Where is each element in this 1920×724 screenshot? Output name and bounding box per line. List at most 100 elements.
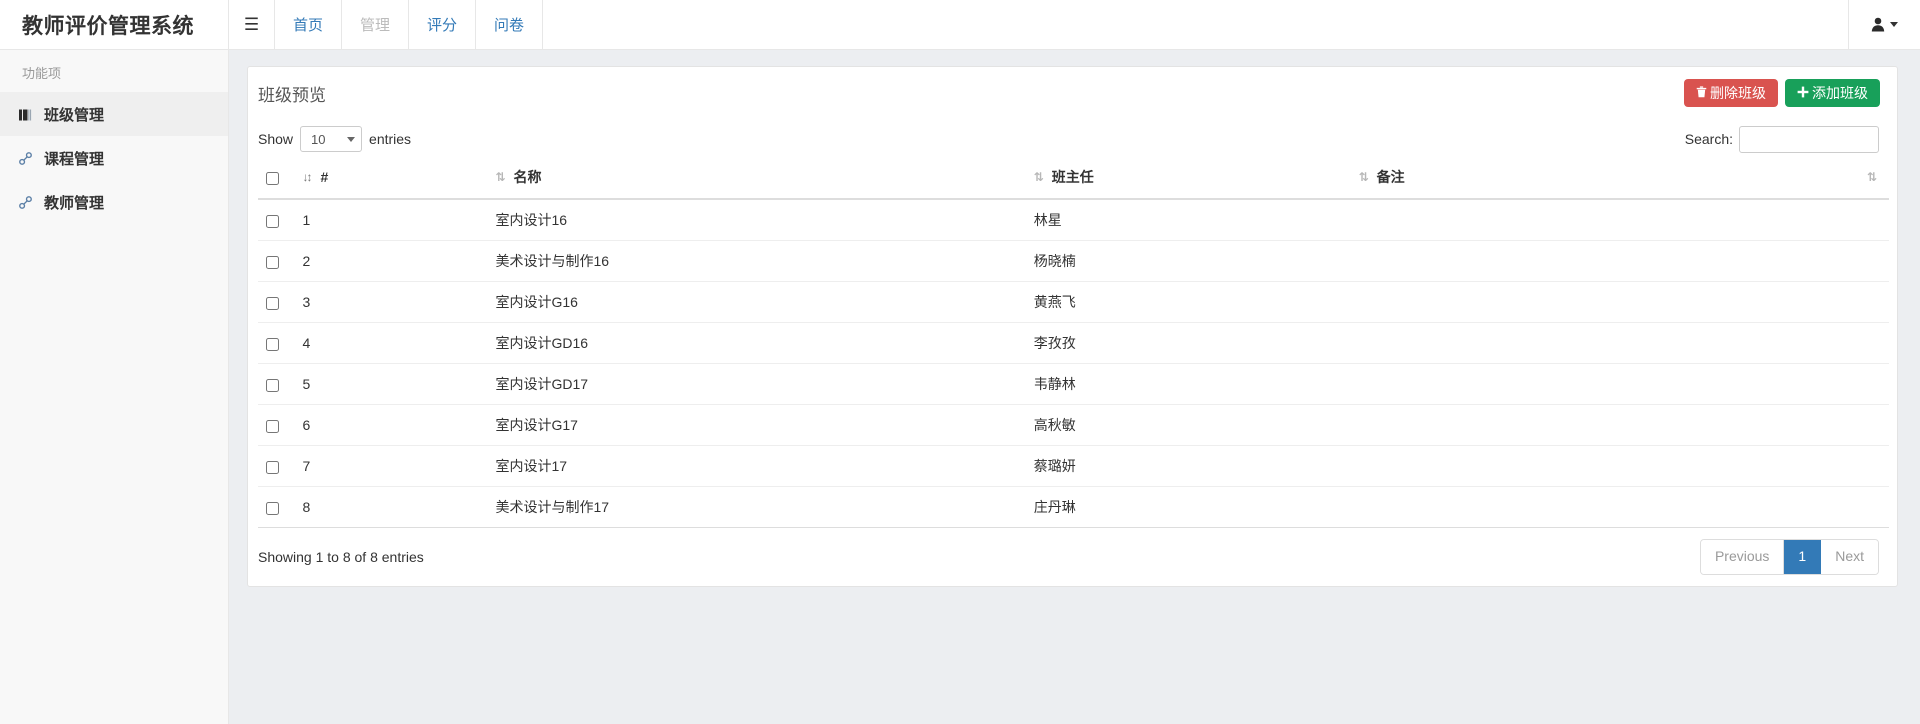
class-overview-panel: 班级预览 删除班级 添加班级 Show 10 entries Search: ↓…	[247, 66, 1898, 587]
cell-teacher: 黄燕飞	[1025, 281, 1351, 323]
cell-note	[1350, 199, 1625, 241]
cell-name: 室内设计17	[487, 445, 1026, 487]
cell-extra	[1624, 445, 1889, 487]
page-length-control: Show 10 entries	[258, 126, 411, 152]
cell-note	[1350, 486, 1625, 528]
row-checkbox[interactable]	[266, 460, 279, 474]
table-row[interactable]: 8 美术设计与制作17 庄丹琳	[258, 486, 1889, 528]
cell-note	[1350, 240, 1625, 282]
cell-teacher: 杨晓楠	[1025, 240, 1351, 282]
row-select-cell[interactable]	[258, 404, 295, 446]
sidebar-heading: 功能项	[22, 66, 62, 81]
select-all-header[interactable]	[258, 158, 295, 200]
table-row[interactable]: 2 美术设计与制作16 杨晓楠	[258, 240, 1889, 282]
cell-name: 室内设计G16	[487, 281, 1026, 323]
row-select-cell[interactable]	[258, 486, 295, 528]
table-row[interactable]: 3 室内设计G16 黄燕飞	[258, 281, 1889, 323]
row-select-cell[interactable]	[258, 240, 295, 282]
table-body: 1 室内设计16 林星 2 美术设计与制作16 杨晓楠 3 室内设计G16 黄燕…	[258, 199, 1889, 528]
top-navbar: 教师评价管理系统 ☰ 首页 管理 评分 问卷	[0, 0, 1920, 50]
row-select-cell[interactable]	[258, 281, 295, 323]
row-checkbox[interactable]	[266, 501, 279, 515]
plus-icon	[1797, 86, 1809, 100]
row-select-cell[interactable]	[258, 445, 295, 487]
cell-extra	[1624, 363, 1889, 405]
link-icon	[18, 195, 44, 210]
cell-teacher: 高秋敏	[1025, 404, 1351, 446]
nav-item-questionnaire[interactable]: 问卷	[476, 0, 544, 49]
nav-item-home[interactable]: 首页	[275, 0, 343, 49]
row-checkbox[interactable]	[266, 255, 279, 269]
column-header-extra[interactable]: ⇅	[1624, 158, 1889, 200]
pagination-page-1[interactable]: 1	[1784, 540, 1822, 574]
table-header-row: ↓↕ # ⇅ 名称 ⇅ 班主任 ⇅ 备注 ⇅	[258, 158, 1889, 200]
page-title: 班级预览	[258, 86, 326, 105]
cell-extra	[1624, 486, 1889, 528]
sort-icon: ↓↕	[302, 170, 313, 184]
cell-id: 4	[294, 322, 488, 364]
cell-id: 6	[294, 404, 488, 446]
pagination: Previous 1 Next	[1699, 539, 1879, 575]
search-input[interactable]	[1739, 125, 1879, 153]
row-checkbox[interactable]	[266, 214, 279, 228]
sidebar: 功能项 班级管理 课程管理 教师管理	[0, 50, 229, 724]
cell-teacher: 蔡璐妍	[1025, 445, 1351, 487]
cell-teacher: 林星	[1025, 199, 1351, 241]
user-icon	[1871, 17, 1898, 32]
pagination-next[interactable]: Next	[1821, 540, 1878, 574]
column-label: 备注	[1376, 169, 1405, 185]
cell-teacher: 庄丹琳	[1025, 486, 1351, 528]
cell-name: 室内设计16	[487, 199, 1026, 241]
hamburger-icon[interactable]: ☰	[229, 0, 275, 49]
column-label: #	[320, 169, 329, 185]
cell-id: 8	[294, 486, 488, 528]
add-class-button[interactable]: 添加班级	[1785, 79, 1880, 107]
table-row[interactable]: 6 室内设计G17 高秋敏	[258, 404, 1889, 446]
row-select-cell[interactable]	[258, 322, 295, 364]
search-label: Search:	[1684, 131, 1733, 147]
sort-icon: ⇅	[1358, 170, 1369, 184]
sidebar-item-class-management[interactable]: 班级管理	[0, 92, 228, 136]
sidebar-item-label: 教师管理	[44, 195, 105, 212]
user-menu[interactable]	[1848, 0, 1920, 49]
column-header-note[interactable]: ⇅ 备注	[1350, 158, 1625, 200]
table-row[interactable]: 7 室内设计17 蔡璐妍	[258, 445, 1889, 487]
show-label: Show	[258, 131, 294, 147]
page-length-select[interactable]: 10	[300, 126, 363, 152]
column-header-name[interactable]: ⇅ 名称	[487, 158, 1026, 200]
column-header-teacher[interactable]: ⇅ 班主任	[1025, 158, 1351, 200]
table-row[interactable]: 5 室内设计GD17 韦静林	[258, 363, 1889, 405]
nav-items: ☰ 首页 管理 评分 问卷	[229, 0, 544, 49]
cell-name: 美术设计与制作17	[487, 486, 1026, 528]
row-select-cell[interactable]	[258, 363, 295, 405]
sort-icon: ⇅	[1033, 170, 1044, 184]
delete-class-button[interactable]: 删除班级	[1684, 79, 1778, 107]
cell-name: 室内设计GD17	[487, 363, 1026, 405]
nav-item-manage[interactable]: 管理	[342, 0, 410, 49]
panel-header: 班级预览 删除班级 添加班级	[248, 67, 1897, 120]
sidebar-item-course-management[interactable]: 课程管理	[0, 136, 228, 180]
pagination-previous[interactable]: Previous	[1700, 540, 1785, 574]
cell-note	[1350, 363, 1625, 405]
row-checkbox[interactable]	[266, 337, 279, 351]
table-row[interactable]: 1 室内设计16 林星	[258, 199, 1889, 241]
select-all-checkbox[interactable]	[266, 171, 279, 185]
column-header-id[interactable]: ↓↕ #	[294, 158, 488, 200]
trash-icon	[1696, 86, 1707, 100]
row-checkbox[interactable]	[266, 419, 279, 433]
row-checkbox[interactable]	[266, 378, 279, 392]
table-row[interactable]: 4 室内设计GD16 李孜孜	[258, 322, 1889, 364]
book-icon	[18, 108, 44, 122]
sidebar-item-label: 课程管理	[44, 151, 105, 168]
cell-extra	[1624, 404, 1889, 446]
row-select-cell[interactable]	[258, 199, 295, 241]
nav-item-score[interactable]: 评分	[409, 0, 477, 49]
table-footer: Showing 1 to 8 of 8 entries Previous 1 N…	[248, 528, 1897, 586]
panel-actions: 删除班级 添加班级	[1684, 79, 1880, 107]
cell-name: 美术设计与制作16	[487, 240, 1026, 282]
column-label: 名称	[513, 169, 542, 185]
cell-name: 室内设计GD16	[487, 322, 1026, 364]
row-checkbox[interactable]	[266, 296, 279, 310]
cell-extra	[1624, 322, 1889, 364]
sidebar-item-teacher-management[interactable]: 教师管理	[0, 180, 228, 224]
